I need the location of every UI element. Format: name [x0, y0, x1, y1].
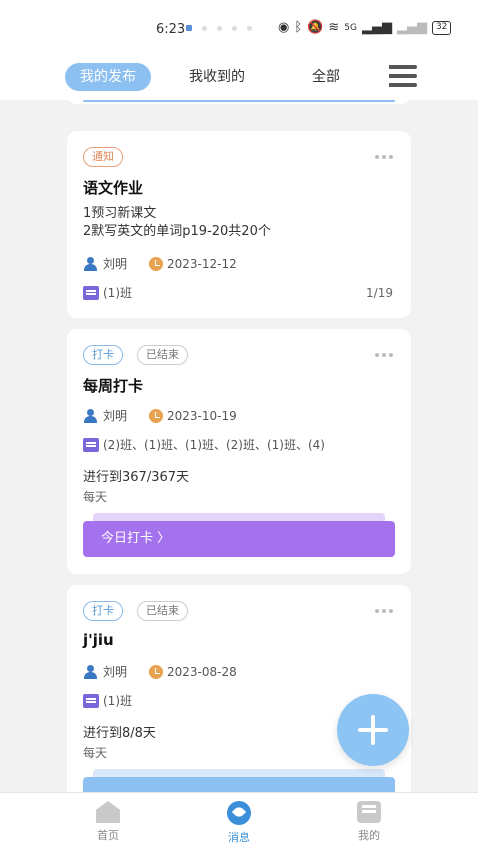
tab-received[interactable]: 我收到的 — [186, 63, 248, 91]
wifi-icon: ≋ — [328, 20, 340, 35]
check-in-today-button[interactable]: 今日打卡 〉 — [83, 521, 395, 557]
nav-home-label: 首页 — [97, 829, 119, 842]
bottom-nav: 首页 消息 我的 — [0, 792, 478, 850]
mute-icon: 🔕 — [307, 20, 324, 35]
nav-home[interactable]: 首页 — [78, 801, 138, 843]
status-icons: ◉ ᛒ 🔕 ≋ 5G ▂▄▆ ▂▄▆ 32 — [278, 20, 452, 35]
home-icon — [96, 801, 120, 823]
nav-messages[interactable]: 消息 — [209, 801, 269, 845]
read-count: 1/19 — [366, 286, 393, 300]
class-list: (1)班 — [103, 694, 132, 708]
status-notification-dots — [186, 25, 252, 31]
post-title: 语文作业 — [83, 179, 144, 197]
signal-icon: ▂▄▆ — [361, 20, 392, 35]
post-date: 2023-10-19 — [167, 408, 237, 423]
person-icon — [83, 408, 97, 423]
class-icon — [83, 285, 99, 300]
class-icon — [83, 693, 99, 708]
post-meta: 刘明 2023-10-19 — [83, 407, 237, 424]
chat-icon — [357, 801, 381, 823]
status-time: 6:23 — [156, 22, 186, 37]
class-list: (2)班、(1)班、(1)班、(2)班、(1)班、(4) — [103, 438, 325, 452]
class-icon — [83, 437, 99, 452]
status-bar: 6:23 ◉ ᛒ 🔕 ≋ 5G ▂▄▆ ▂▄▆ 32 — [0, 0, 478, 58]
post-classes: (1)班 — [83, 284, 132, 301]
nav-messages-label: 消息 — [228, 831, 250, 844]
clock-icon — [149, 664, 163, 679]
post-card[interactable]: 打卡 已结束 每周打卡 刘明 2023-10-19 (2)班、(1)班、(1)班… — [67, 329, 411, 574]
more-options-icon[interactable] — [375, 155, 393, 159]
post-line: 2默写英文的单词p19-20共20个 — [83, 224, 271, 239]
progress-text: 进行到367/367天 — [83, 470, 190, 485]
post-line: 1预习新课文 — [83, 206, 157, 221]
eye-icon: ◉ — [278, 20, 290, 35]
signal-icon-2: ▂▄▆ — [396, 20, 427, 35]
type-badge: 通知 — [83, 147, 123, 167]
type-badge: 打卡 — [83, 345, 123, 365]
class-list: (1)班 — [103, 286, 132, 300]
post-date: 2023-12-12 — [167, 256, 237, 271]
author-name: 刘明 — [103, 409, 128, 423]
post-date: 2023-08-28 — [167, 664, 237, 679]
clock-icon — [149, 256, 163, 271]
post-title: 每周打卡 — [83, 377, 144, 395]
tab-all[interactable]: 全部 — [306, 63, 346, 91]
status-badge: 已结束 — [137, 601, 188, 621]
bluetooth-icon: ᛒ — [294, 20, 303, 35]
frequency-text: 每天 — [83, 490, 108, 504]
author-name: 刘明 — [103, 257, 128, 271]
nav-me[interactable]: 我的 — [339, 801, 399, 843]
tab-my-published[interactable]: 我的发布 — [65, 63, 151, 91]
button-shadow — [93, 769, 385, 777]
feed-list[interactable]: 通知 语文作业 1预习新课文 2默写英文的单词p19-20共20个 刘明 202… — [0, 100, 478, 792]
previous-card-edge — [67, 100, 411, 104]
list-menu-icon[interactable] — [389, 65, 417, 87]
compass-icon — [227, 801, 251, 825]
post-title: j'jiu — [83, 631, 114, 649]
type-badge: 打卡 — [83, 601, 123, 621]
post-card[interactable]: 通知 语文作业 1预习新课文 2默写英文的单词p19-20共20个 刘明 202… — [67, 131, 411, 318]
person-icon — [83, 256, 97, 271]
tab-bar: 我的发布 我收到的 全部 — [0, 58, 478, 100]
add-post-button[interactable] — [337, 694, 409, 766]
button-shadow — [93, 513, 385, 521]
person-icon — [83, 664, 97, 679]
more-options-icon[interactable] — [375, 353, 393, 357]
status-badge: 已结束 — [137, 345, 188, 365]
frequency-text: 每天 — [83, 746, 108, 760]
clock-icon — [149, 408, 163, 423]
author-name: 刘明 — [103, 665, 128, 679]
post-classes: (1)班 — [83, 692, 132, 709]
nav-me-label: 我的 — [358, 829, 380, 842]
check-in-button[interactable] — [83, 777, 395, 792]
more-options-icon[interactable] — [375, 609, 393, 613]
post-meta: 刘明 2023-08-28 — [83, 663, 237, 680]
network-type: 5G — [344, 22, 357, 33]
progress-text: 进行到8/8天 — [83, 726, 156, 741]
post-classes: (2)班、(1)班、(1)班、(2)班、(1)班、(4) — [83, 436, 325, 453]
battery-icon: 32 — [431, 20, 452, 35]
post-meta: 刘明 2023-12-12 — [83, 255, 237, 272]
